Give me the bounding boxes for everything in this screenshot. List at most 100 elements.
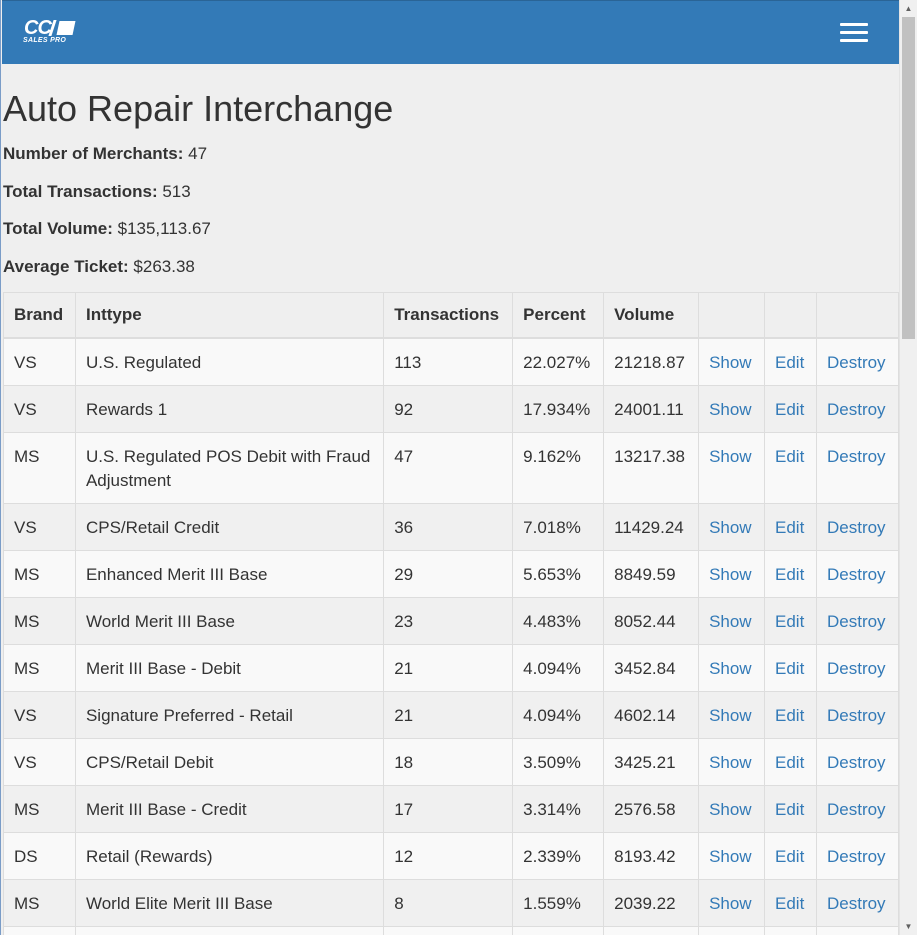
cell-edit: Edit <box>764 926 817 935</box>
scroll-down-arrow-icon[interactable]: ▼ <box>900 918 917 935</box>
cell-brand: DS <box>3 832 76 880</box>
cell-show: Show <box>698 644 766 692</box>
cell-transactions: 17 <box>383 785 514 833</box>
cell-edit: Edit <box>764 550 817 598</box>
edit-link[interactable]: Edit <box>775 847 804 866</box>
edit-link[interactable]: Edit <box>775 447 804 466</box>
show-link[interactable]: Show <box>709 565 752 584</box>
cell-show: Show <box>698 337 766 386</box>
stat-label: Total Transactions: <box>3 182 158 201</box>
hamburger-menu-icon[interactable] <box>838 21 870 45</box>
cell-edit: Edit <box>764 432 817 504</box>
table-row: VS CPS/Retail Credit 36 7.018% 11429.24 Show E… <box>3 503 899 551</box>
column-header-edit <box>764 292 817 339</box>
cell-percent: 0.975% <box>512 926 605 935</box>
destroy-link[interactable]: Destroy <box>827 353 886 372</box>
cell-edit: Edit <box>764 644 817 692</box>
vertical-scrollbar[interactable]: ▲ ▼ <box>899 0 917 935</box>
stat-label: Total Volume: <box>3 219 113 238</box>
destroy-link[interactable]: Destroy <box>827 847 886 866</box>
show-link[interactable]: Show <box>709 353 752 372</box>
show-link[interactable]: Show <box>709 612 752 631</box>
destroy-link[interactable]: Destroy <box>827 612 886 631</box>
cell-destroy: Destroy <box>815 503 899 551</box>
show-link[interactable]: Show <box>709 847 752 866</box>
destroy-link[interactable]: Destroy <box>827 400 886 419</box>
destroy-link[interactable]: Destroy <box>827 518 886 537</box>
destroy-link[interactable]: Destroy <box>827 753 886 772</box>
cell-percent: 17.934% <box>512 385 605 433</box>
cell-inttype: Merit III Base - Credit <box>74 785 385 833</box>
edit-link[interactable]: Edit <box>775 894 804 913</box>
cell-destroy: Destroy <box>815 926 899 935</box>
cell-volume: 13217.38 <box>603 432 700 504</box>
cell-destroy: Destroy <box>815 879 899 927</box>
table-row: MS World Elite Merit III Base 8 1.559% 2039.… <box>3 879 899 927</box>
destroy-link[interactable]: Destroy <box>827 706 886 725</box>
cell-transactions: 8 <box>383 879 514 927</box>
cell-edit: Edit <box>764 503 817 551</box>
show-link[interactable]: Show <box>709 659 752 678</box>
page-title: Auto Repair Interchange <box>3 88 394 129</box>
cell-percent: 1.559% <box>512 879 605 927</box>
destroy-link[interactable]: Destroy <box>827 894 886 913</box>
cell-edit: Edit <box>764 597 817 645</box>
show-link[interactable]: Show <box>709 447 752 466</box>
cell-inttype: World Elite Merit III Base <box>74 879 385 927</box>
show-link[interactable]: Show <box>709 800 752 819</box>
cell-volume: 2039.22 <box>603 879 700 927</box>
edit-link[interactable]: Edit <box>775 800 804 819</box>
cell-show: Show <box>698 597 766 645</box>
destroy-link[interactable]: Destroy <box>827 447 886 466</box>
table-row: VS U.S. Regulated 113 22.027% 21218.87 Show Ed… <box>3 337 899 386</box>
destroy-link[interactable]: Destroy <box>827 659 886 678</box>
cell-percent: 4.094% <box>512 644 605 692</box>
edit-link[interactable]: Edit <box>775 353 804 372</box>
show-link[interactable]: Show <box>709 753 752 772</box>
stat-value: $263.38 <box>133 257 195 276</box>
table-row: MS World Merit III Base 23 4.483% 8052.44 Sho… <box>3 597 899 645</box>
cell-transactions: 36 <box>383 503 514 551</box>
cell-percent: 22.027% <box>512 337 605 386</box>
cell-brand: MS <box>3 926 76 935</box>
show-link[interactable]: Show <box>709 518 752 537</box>
edit-link[interactable]: Edit <box>775 612 804 631</box>
cc-sales-pro-logo[interactable]: CC SALES PRO <box>22 17 78 47</box>
cell-transactions: 92 <box>383 385 514 433</box>
destroy-link[interactable]: Destroy <box>827 565 886 584</box>
column-header-destroy <box>815 292 899 339</box>
stat-label: Average Ticket: <box>3 257 129 276</box>
scroll-up-arrow-icon[interactable]: ▲ <box>900 0 917 17</box>
edit-link[interactable]: Edit <box>775 706 804 725</box>
show-link[interactable]: Show <box>709 400 752 419</box>
cell-percent: 7.018% <box>512 503 605 551</box>
table-row: VS CPS/Retail Debit 18 3.509% 3425.21 Show Edi… <box>3 738 899 786</box>
edit-link[interactable]: Edit <box>775 400 804 419</box>
cell-inttype: U.S. Regulated POS Debit with Fraud Adju… <box>74 432 385 504</box>
cell-transactions: 18 <box>383 738 514 786</box>
cell-brand: VS <box>3 337 76 386</box>
destroy-link[interactable]: Destroy <box>827 800 886 819</box>
edit-link[interactable]: Edit <box>775 565 804 584</box>
cell-percent: 9.162% <box>512 432 605 504</box>
cell-percent: 5.653% <box>512 550 605 598</box>
cell-show: Show <box>698 832 766 880</box>
cell-inttype: World Merit III Base <box>74 597 385 645</box>
edit-link[interactable]: Edit <box>775 659 804 678</box>
cell-volume: 4602.14 <box>603 691 700 739</box>
cell-transactions: 29 <box>383 550 514 598</box>
edit-link[interactable]: Edit <box>775 753 804 772</box>
cell-inttype: Business Level 1 Data Retail <box>74 926 385 935</box>
cell-inttype: U.S. Regulated <box>74 337 385 386</box>
show-link[interactable]: Show <box>709 706 752 725</box>
table-row: DS Retail (Rewards) 12 2.339% 8193.42 Show Edi… <box>3 832 899 880</box>
edit-link[interactable]: Edit <box>775 518 804 537</box>
browser-window: CC SALES PRO Auto Repair Interchange Num… <box>0 0 917 935</box>
table-row: VS Rewards 1 92 17.934% 24001.11 Show Edit Dest… <box>3 385 899 433</box>
cell-brand: VS <box>3 691 76 739</box>
table-row: MS U.S. Regulated POS Debit with Fraud Ad… <box>3 432 899 504</box>
show-link[interactable]: Show <box>709 894 752 913</box>
scrollbar-thumb[interactable] <box>902 17 915 339</box>
cell-show: Show <box>698 503 766 551</box>
cell-volume: 11429.24 <box>603 503 700 551</box>
